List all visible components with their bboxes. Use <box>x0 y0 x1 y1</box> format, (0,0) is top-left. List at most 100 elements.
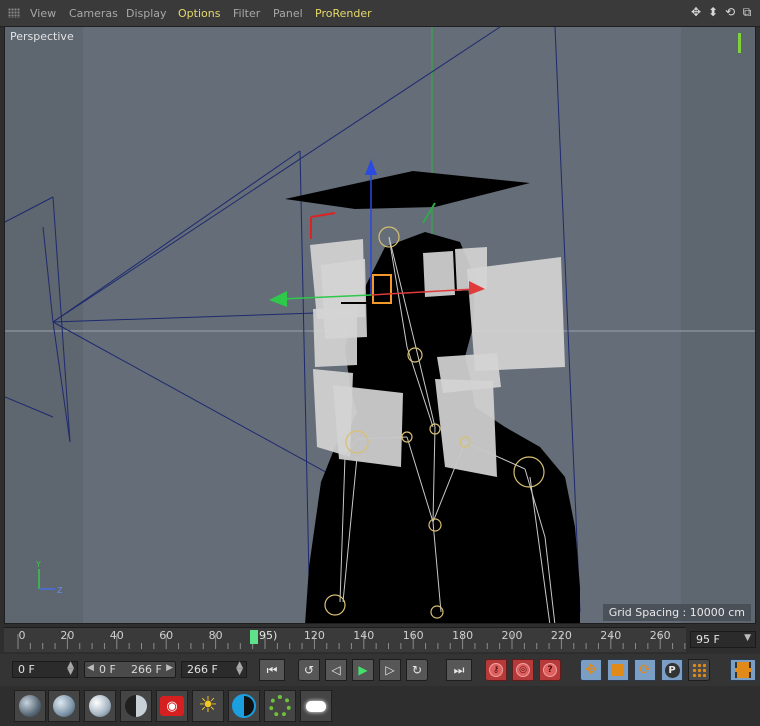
area-light-button[interactable] <box>300 690 332 722</box>
left-shade <box>5 27 83 623</box>
next-key-icon: ↻ <box>411 663 423 677</box>
right-shade <box>681 27 755 623</box>
play-button[interactable]: ▶ <box>352 659 374 681</box>
timeline-tick-label: 120 <box>303 629 325 642</box>
start-frame-value: 0 F <box>18 663 35 676</box>
prev-key-icon: ↺ <box>303 663 315 677</box>
parameter-p-icon: P <box>664 662 680 678</box>
end-frame-spinner-icon[interactable]: ▲ ▼ <box>236 661 243 677</box>
cloner-ring-icon <box>269 695 291 717</box>
perspective-viewport[interactable]: Y Z Perspective Grid Spacing : 10000 cm <box>4 26 756 624</box>
sky-button[interactable] <box>14 690 46 722</box>
rotate-view-icon[interactable]: ⟲ <box>723 5 737 19</box>
goto-prev-key-button[interactable]: ↺ <box>298 659 320 681</box>
playhead-frame-label: 95) <box>259 629 278 642</box>
record-rotation-button[interactable]: ⟳ <box>634 659 656 681</box>
sun-light-icon: ☀ <box>198 693 218 718</box>
goto-end-button[interactable]: ⏭ <box>446 659 472 681</box>
record-point-level-button[interactable] <box>688 659 710 681</box>
axis-label-y: Y <box>35 560 41 569</box>
red-corner-marker <box>310 212 336 239</box>
light-button[interactable]: ☀ <box>192 690 224 722</box>
play-icon: ▶ <box>358 663 368 677</box>
end-frame-field[interactable]: 266 F ▲ ▼ <box>181 661 247 678</box>
preview-range-slider[interactable]: ◀ 0 F 266 F ▶ <box>84 661 176 678</box>
goto-next-key-button[interactable]: ↻ <box>406 659 428 681</box>
timeline-ticks <box>17 634 686 649</box>
range-right-arrow-icon[interactable]: ▶ <box>166 663 173 673</box>
point-grid-icon <box>692 663 706 677</box>
menu-display[interactable]: Display <box>126 7 167 20</box>
frame-dropdown-icon: ▼ <box>744 633 751 643</box>
record-parameter-button[interactable]: P <box>661 659 683 681</box>
menu-view[interactable]: View <box>30 7 56 20</box>
timeline-tick-label: 160 <box>402 629 424 642</box>
menu-prorender[interactable]: ProRender <box>315 7 372 20</box>
background-button[interactable] <box>120 690 152 722</box>
start-frame-field[interactable]: 0 F ▲ ▼ <box>12 661 78 678</box>
menu-cameras[interactable]: Cameras <box>69 7 118 20</box>
viewport-label[interactable]: Perspective <box>10 30 74 43</box>
end-frame-value: 266 F <box>187 663 218 676</box>
step-forward-button[interactable]: ▷ <box>379 659 401 681</box>
camera-button[interactable]: ◉ <box>156 690 188 722</box>
axis-label-z: Z <box>57 586 63 595</box>
environment-button[interactable] <box>48 690 80 722</box>
record-key-icon: ⚷ <box>489 663 503 677</box>
range-left-arrow-icon[interactable]: ◀ <box>87 663 94 673</box>
panel-grip-icon[interactable] <box>8 8 20 18</box>
menu-filter[interactable]: Filter <box>233 7 260 20</box>
viewport-menubar: View Cameras Display Options Filter Pane… <box>0 0 760 27</box>
top-plane[interactable] <box>285 171 530 209</box>
grid-spacing-readout: Grid Spacing : 10000 cm <box>602 604 751 621</box>
goto-start-icon: ⏮ <box>266 662 278 677</box>
sky-sphere-icon <box>19 695 41 717</box>
view-navigation-icons: ✥ ⬍ ⟲ ⧉ <box>689 5 754 21</box>
range-end-value: 266 F <box>131 663 162 676</box>
autokey-icon: ◎ <box>516 663 530 677</box>
timeline-tick-label: 180 <box>452 629 474 642</box>
scheme-settings-button[interactable] <box>730 659 756 681</box>
rotation-icon: ⟳ <box>639 662 651 678</box>
menu-options[interactable]: Options <box>178 7 220 20</box>
viewport-scene: Y Z <box>5 27 755 623</box>
timeline-tick-label: 240 <box>600 629 622 642</box>
timeline-tick-label: 140 <box>353 629 375 642</box>
cloner-button[interactable] <box>264 690 296 722</box>
keyframe-help-icon: ? <box>543 663 557 677</box>
timeline-tick-label: 60 <box>159 629 174 642</box>
current-frame-field[interactable]: 95 F ▼ <box>690 631 756 648</box>
step-back-button[interactable]: ◁ <box>325 659 347 681</box>
menu-panel[interactable]: Panel <box>273 7 303 20</box>
timeline-tick-label: 40 <box>109 629 124 642</box>
timeline-tick-label: 220 <box>550 629 572 642</box>
record-position-button[interactable]: ✥ <box>580 659 602 681</box>
timeline-tick-label: 260 <box>649 629 671 642</box>
keyframe-selection-button[interactable]: ? <box>539 659 561 681</box>
toggle-view-icon[interactable]: ⧉ <box>740 5 754 19</box>
timeline-playhead[interactable] <box>250 630 258 644</box>
timeline-tick-label: 200 <box>501 629 523 642</box>
record-active-objects-button[interactable]: ⚷ <box>485 659 507 681</box>
record-scale-button[interactable] <box>607 659 629 681</box>
autokeying-button[interactable]: ◎ <box>512 659 534 681</box>
foreground-sphere-icon <box>89 695 111 717</box>
background-sphere-icon <box>125 695 147 717</box>
foreground-button[interactable] <box>84 690 116 722</box>
timeline-ruler[interactable]: 0 20 40 60 80 120 140 160 180 200 220 240 260 95) <box>4 627 686 652</box>
camera-icon: ◉ <box>160 696 184 716</box>
dolly-view-icon[interactable]: ⬍ <box>706 5 720 19</box>
goto-end-icon: ⏭ <box>453 662 465 677</box>
film-strip-icon <box>735 662 751 678</box>
contrast-circle-icon <box>232 694 256 718</box>
environment-sphere-icon <box>53 695 75 717</box>
scale-icon <box>612 664 624 676</box>
display-filter-button[interactable] <box>228 690 260 722</box>
current-frame-value: 95 F <box>696 633 720 646</box>
area-light-icon <box>306 700 326 712</box>
start-frame-spinner-icon[interactable]: ▲ ▼ <box>67 661 74 677</box>
viewport-status-marker <box>738 33 741 53</box>
timeline-tick-label: 0 <box>18 629 26 642</box>
move-view-icon[interactable]: ✥ <box>689 5 703 19</box>
goto-start-button[interactable]: ⏮ <box>259 659 285 681</box>
